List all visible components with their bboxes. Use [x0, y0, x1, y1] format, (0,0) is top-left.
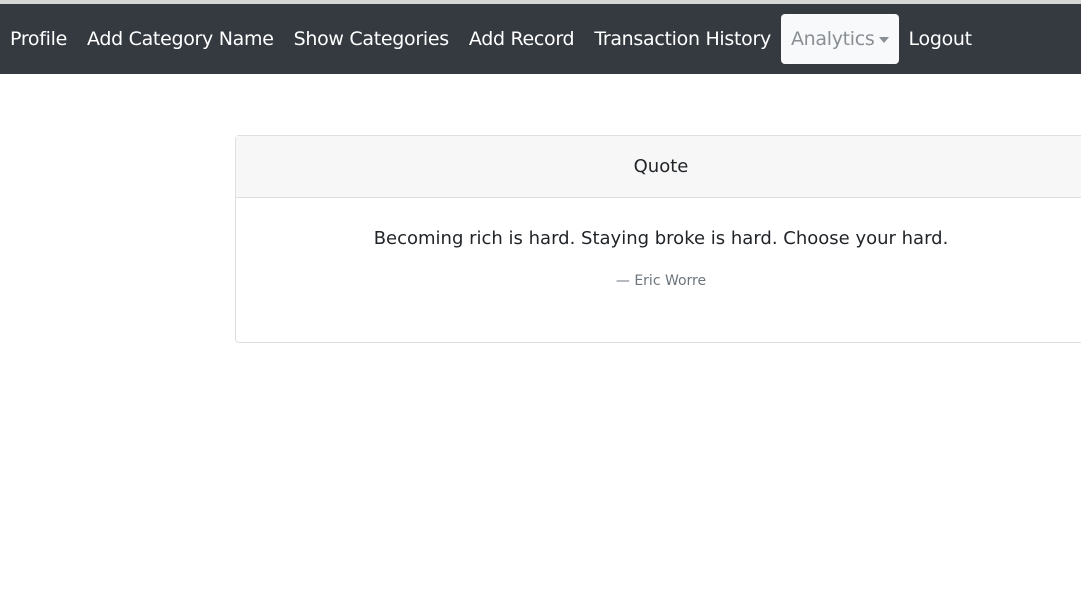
nav-logout[interactable]: Logout: [899, 14, 982, 64]
nav-add-record[interactable]: Add Record: [459, 14, 584, 64]
nav-show-categories[interactable]: Show Categories: [284, 14, 459, 64]
quote-text: Becoming rich is hard. Staying broke is …: [373, 228, 949, 249]
analytics-label: Analytics: [790, 28, 875, 50]
caret-down-icon: [878, 36, 889, 43]
nav-add-category-name[interactable]: Add Category Name: [77, 14, 284, 64]
nav-profile[interactable]: Profile: [0, 14, 77, 64]
card-header: Quote: [236, 136, 1081, 198]
quote-card: Quote Becoming rich is hard. Staying bro…: [235, 135, 1081, 343]
nav-analytics-dropdown[interactable]: Analytics: [780, 14, 899, 64]
quote-author: — Eric Worre: [615, 273, 707, 289]
nav-transaction-history[interactable]: Transaction History: [584, 14, 781, 64]
navbar: Profile Add Category Name Show Categorie…: [0, 4, 1081, 74]
